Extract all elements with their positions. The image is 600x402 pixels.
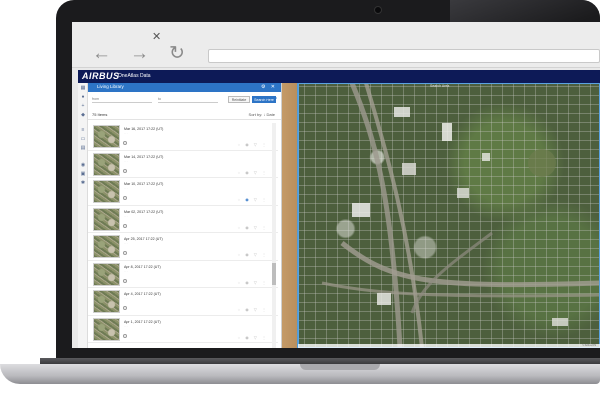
search-area-frame — [298, 83, 600, 348]
item-select-radio[interactable] — [123, 278, 127, 283]
webcam — [374, 6, 382, 14]
list-item[interactable]: Apr 1, 2017 17:22 (UT) · · · ◌ ◉ ▽ ⋮ — [88, 316, 278, 343]
item-select-radio[interactable] — [123, 333, 127, 338]
item-date: Apr 8, 2017 17:22 (UT) — [124, 264, 161, 269]
list-item[interactable]: Mar 14, 2017 17:22 (UT) · · · ◌ ◉ ▽ ⋮ — [88, 151, 278, 178]
item-select-radio[interactable] — [123, 306, 127, 310]
settings-icon[interactable]: ✱ — [80, 181, 86, 186]
item-select-radio[interactable] — [123, 251, 127, 255]
item-action-icons[interactable]: ◌ ◉ ▽ ⋮ — [238, 307, 268, 312]
library-panel: Living Library ⚙ ✕ from to Reinitiate Se… — [88, 83, 282, 348]
date-from-field[interactable]: from — [92, 97, 152, 103]
image-thumbnail[interactable] — [93, 125, 120, 148]
item-meta: · · · — [124, 214, 128, 218]
item-date: Apr 4, 2017 17:22 (UT) — [124, 292, 161, 296]
date-to-field[interactable]: to — [158, 97, 218, 103]
back-icon[interactable]: ← — [92, 44, 111, 63]
item-meta: · · · — [124, 324, 128, 328]
item-date: Mar 14, 2017 17:22 (UT) — [124, 154, 164, 159]
image-thumbnail[interactable] — [93, 152, 120, 176]
list-item[interactable]: Mar 10, 2017 17:22 (UT) · · · ◌ ◉ ▽ ⋮ — [88, 178, 278, 206]
forward-icon[interactable]: → — [130, 44, 149, 63]
item-action-icons[interactable]: ◌ ◉ ▽ ⋮ — [238, 170, 268, 175]
list-scrollbar[interactable] — [272, 123, 276, 348]
cart-icon[interactable]: ▤ — [80, 146, 86, 151]
app-header: AIRBUS OneAtlas Data — [78, 70, 600, 83]
tool-rail: ▦ ● + ◆ ≡ ▭ ▤ ◉ ▣ ✱ — [78, 83, 88, 348]
item-action-icons[interactable]: ◌ ◉ ▽ ⋮ — [238, 197, 268, 202]
pin-icon[interactable]: ● — [80, 95, 86, 100]
item-action-icons[interactable]: ◌ ◉ ▽ ⋮ — [238, 280, 268, 285]
map-attribution: © Airbus DS — [298, 344, 600, 348]
item-select-radio[interactable] — [123, 168, 127, 173]
list-item[interactable]: Apr 8, 2017 17:22 (UT) · · · ◌ ◉ ▽ ⋮ — [88, 261, 278, 288]
item-action-icons[interactable]: ◌ ◉ ▽ ⋮ — [238, 252, 268, 257]
folder-icon[interactable]: ▭ — [80, 137, 86, 142]
item-meta: · · · — [124, 159, 128, 163]
item-select-radio[interactable] — [123, 196, 127, 200]
browser-chrome: ✕ ← → ↻ — [72, 22, 600, 68]
list-item[interactable]: Mar 16, 2017 17:22 (UT) · · · ◌ ◉ ▽ ⋮ — [88, 123, 278, 151]
image-thumbnail[interactable] — [93, 317, 120, 341]
item-select-radio[interactable] — [123, 141, 127, 145]
sort-select[interactable]: Sort by: ↓ Date — [249, 112, 275, 117]
scrollbar-thumb[interactable] — [272, 263, 276, 285]
product-name: OneAtlas Data — [118, 73, 151, 79]
panel-header: Living Library ⚙ ✕ — [88, 83, 281, 92]
library-icon[interactable]: ◉ — [80, 163, 86, 168]
tab-close-icon[interactable]: ✕ — [152, 30, 161, 43]
stack-icon[interactable]: ▣ — [80, 172, 86, 177]
filter-bar: from to Reinitiate Search Here — [88, 92, 281, 106]
plus-icon[interactable]: + — [80, 104, 86, 109]
image-list: Mar 16, 2017 17:22 (UT) · · · ◌ ◉ ▽ ⋮ Ma… — [88, 123, 278, 343]
item-count: 75 Items — [92, 112, 108, 117]
item-meta: · · · — [124, 269, 128, 273]
advanced-link[interactable]: Hide Advanced — [257, 96, 277, 100]
item-date: Mar 02, 2017 17:22 (UT) — [124, 209, 164, 214]
item-select-radio[interactable] — [123, 223, 127, 228]
item-meta: · · · — [124, 242, 128, 245]
item-date: Mar 10, 2017 17:22 (UT) — [124, 182, 164, 186]
item-action-icons[interactable]: ◌ ◉ ▽ ⋮ — [238, 335, 268, 340]
image-thumbnail[interactable] — [93, 207, 120, 231]
reset-button[interactable]: Reinitiate — [228, 96, 250, 103]
list-item[interactable]: Apr 4, 2017 17:22 (UT) · · · ◌ ◉ ▽ ⋮ — [88, 288, 278, 316]
item-date: Apr 1, 2017 17:22 (UT) — [124, 319, 161, 324]
image-thumbnail[interactable] — [93, 180, 120, 203]
item-date: Mar 16, 2017 17:22 (UT) — [124, 127, 164, 131]
image-thumbnail[interactable] — [93, 290, 120, 313]
address-bar[interactable] — [208, 49, 600, 63]
ruler-icon[interactable]: ≡ — [80, 128, 86, 133]
laptop-screen: ✕ ← → ↻ AIRBUS OneAtlas Data ▦ ● + ◆ ≡ ▭… — [72, 22, 600, 348]
item-action-icons[interactable]: ◌ ◉ ▽ ⋮ — [238, 142, 268, 147]
list-item[interactable]: Mar 02, 2017 17:22 (UT) · · · ◌ ◉ ▽ ⋮ — [88, 206, 278, 233]
item-action-icons[interactable]: ◌ ◉ ▽ ⋮ — [238, 225, 268, 230]
satellite-map[interactable]: Search Area © Airbus DS — [282, 83, 600, 348]
brand-logo[interactable]: AIRBUS — [82, 71, 120, 81]
image-thumbnail[interactable] — [93, 235, 120, 258]
map-title: Search Area — [430, 84, 450, 88]
shape-icon[interactable]: ◆ — [80, 113, 86, 118]
list-item[interactable]: Apr 25, 2017 17:22 (UT) · · · ◌ ◉ ▽ ⋮ — [88, 233, 278, 261]
item-meta: · · · — [124, 187, 128, 190]
list-toolbar: 75 Items Sort by: ↓ Date — [88, 110, 281, 120]
reload-icon[interactable]: ↻ — [169, 44, 185, 63]
layers-icon[interactable]: ▦ — [80, 86, 86, 91]
item-meta: · · · — [124, 297, 128, 300]
panel-title: Living Library — [97, 84, 124, 89]
panel-header-icons[interactable]: ⚙ ✕ — [261, 84, 277, 90]
item-meta: · · · — [124, 132, 128, 135]
item-date: Apr 25, 2017 17:22 (UT) — [124, 237, 163, 241]
lid-notch — [300, 364, 380, 370]
image-thumbnail[interactable] — [93, 262, 120, 286]
